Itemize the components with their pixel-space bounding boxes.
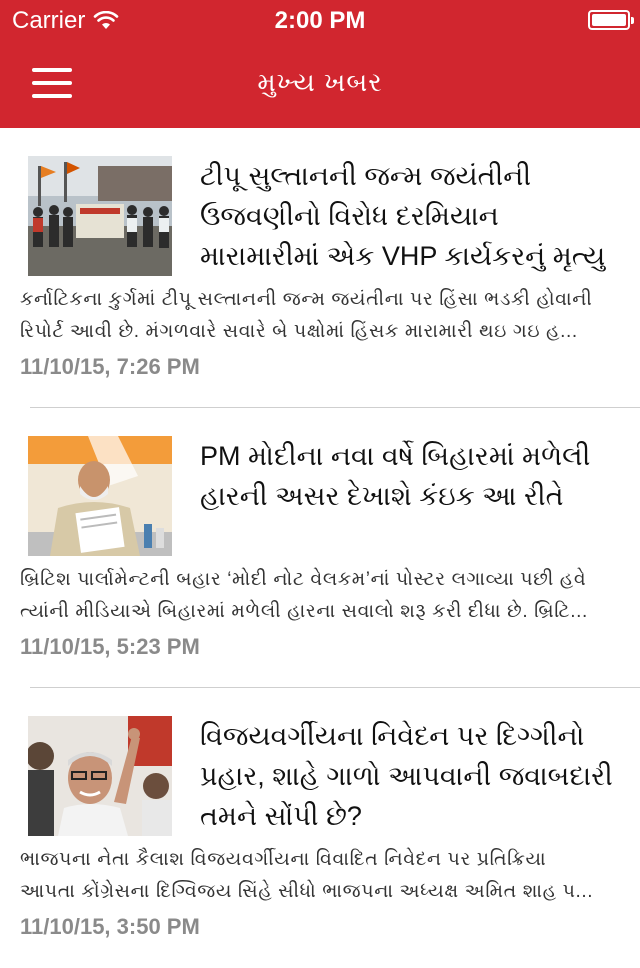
news-headline[interactable]: વિજયવર્ગીયના નિવેદન પર દિગ્ગીનો પ્રહાર, … [200, 716, 620, 836]
news-summary-line: બ્રિટિશ પાર્લામેન્ટની બહાર ‘મોદી નોટ વેલ… [20, 569, 587, 590]
status-bar: Carrier 2:00 PM [0, 0, 640, 40]
news-summary-line: કર્નાટિકના કુર્ગમાં ટીપૂ સલ્તાનની જન્મ જ… [20, 289, 593, 310]
news-timestamp: 11/10/15, 5:23 PM [20, 634, 200, 659]
news-thumbnail[interactable] [28, 716, 172, 836]
news-timestamp: 11/10/15, 7:26 PM [20, 354, 200, 379]
news-thumbnail[interactable] [28, 436, 172, 556]
news-summary-line: રિપોર્ટ આવી છે. મંગળવારે સવારે બે પક્ષોમ… [20, 321, 578, 342]
page-title: મુખ્ય ખબર [257, 67, 383, 97]
news-summary-line: આપતા કોંગ્રેસના દિગ્વિજય સિંહે સીધો ભાજપ… [20, 881, 594, 902]
news-summary: ભાજપના નેતા કૈલાશ વિજયવર્ગીયના વિવાદિત ન… [20, 844, 620, 908]
news-thumbnail[interactable] [28, 156, 172, 276]
news-list-item[interactable]: PM મોદીના નવા વર્ષે બિહારમાં મળેલી હારની… [0, 408, 640, 688]
news-list-item[interactable]: ટીપૂ સુલ્તાનની જન્મ જયંતીની ઉજવણીનો વિરો… [0, 128, 640, 408]
status-time: 2:00 PM [274, 7, 366, 34]
news-timestamp: 11/10/15, 3:50 PM [20, 914, 200, 939]
news-summary: બ્રિટિશ પાર્લામેન્ટની બહાર ‘મોદી નોટ વેલ… [20, 564, 620, 628]
news-feed: ટીપૂ સુલ્તાનની જન્મ જયંતીની ઉજવણીનો વિરો… [0, 128, 640, 968]
navigation-bar: મુખ્ય ખબર [0, 40, 640, 128]
news-headline[interactable]: ટીપૂ સુલ્તાનની જન્મ જયંતીની ઉજવણીનો વિરો… [200, 156, 620, 276]
news-headline[interactable]: PM મોદીના નવા વર્ષે બિહારમાં મળેલી હારની… [200, 436, 620, 516]
news-summary-line: ત્યાંની મીડિયાએ બિહારમાં મળેલી હારના સવા… [20, 601, 588, 622]
news-summary-line: ભાજપના નેતા કૈલાશ વિજયવર્ગીયના વિવાદિત ન… [20, 849, 547, 870]
news-list-item[interactable]: વિજયવર્ગીયના નિવેદન પર દિગ્ગીનો પ્રહાર, … [0, 688, 640, 968]
app-header: Carrier 2:00 PM મુખ્ય ખબર [0, 0, 640, 128]
news-summary: કર્નાટિકના કુર્ગમાં ટીપૂ સલ્તાનની જન્મ જ… [20, 284, 620, 348]
battery-icon [588, 10, 634, 30]
